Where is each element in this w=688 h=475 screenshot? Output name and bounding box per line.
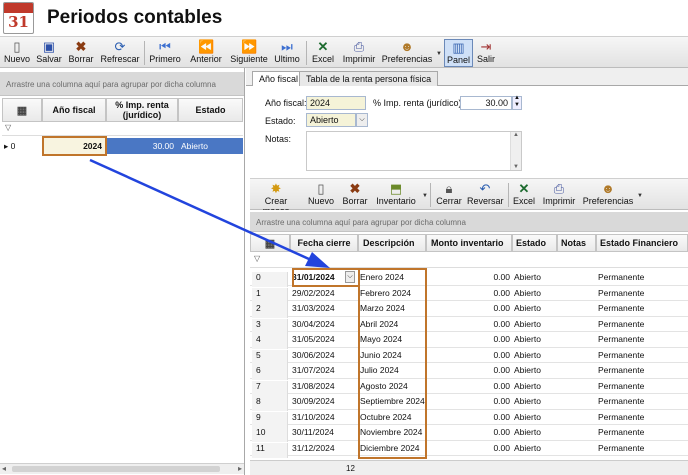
annotation-arrow: [89, 158, 330, 268]
arrow-head: [305, 252, 330, 268]
arrow-line: [89, 158, 321, 266]
